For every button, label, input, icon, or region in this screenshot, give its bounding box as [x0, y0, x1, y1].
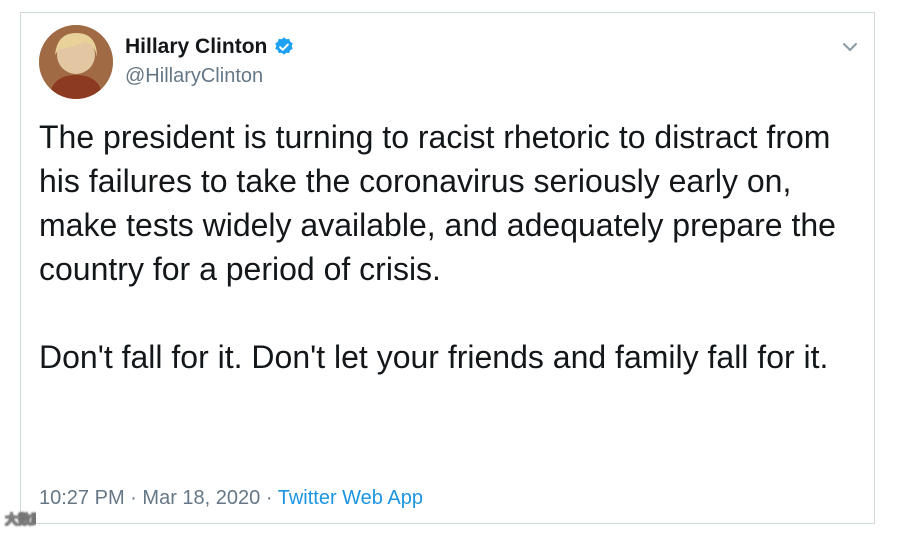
tweet-paragraph: Don't fall for it. Don't let your friend…: [39, 339, 829, 375]
meta-separator: ·: [130, 487, 137, 509]
profile-photo-icon: [39, 25, 113, 99]
author-display-name[interactable]: Hillary Clinton: [125, 35, 267, 59]
chevron-down-icon[interactable]: [840, 37, 860, 57]
tweet-source-link[interactable]: Twitter Web App: [278, 487, 423, 509]
tweet-text: The president is turning to racist rheto…: [39, 115, 859, 379]
tweet-card[interactable]: Hillary Clinton @HillaryClinton The pres…: [20, 12, 875, 524]
watermark-logo-text: 大数跨境: [5, 513, 36, 528]
tweet-paragraph: The president is turning to racist rheto…: [39, 119, 836, 287]
tweet-time[interactable]: 10:27 PM: [39, 487, 125, 509]
tweet-metadata: 10:27 PM · Mar 18, 2020 · Twitter Web Ap…: [39, 487, 423, 510]
avatar[interactable]: [39, 25, 113, 99]
tweet-date[interactable]: Mar 18, 2020: [142, 487, 260, 509]
author-handle[interactable]: @HillaryClinton: [125, 65, 295, 88]
meta-separator: ·: [265, 487, 273, 509]
author-name-row: Hillary Clinton: [125, 35, 295, 59]
tweet-author: Hillary Clinton @HillaryClinton: [125, 35, 295, 88]
watermark: 大数跨境: [4, 510, 36, 528]
watermark-logo-icon: 大数跨境: [5, 513, 36, 528]
verified-badge-icon: [275, 37, 294, 55]
